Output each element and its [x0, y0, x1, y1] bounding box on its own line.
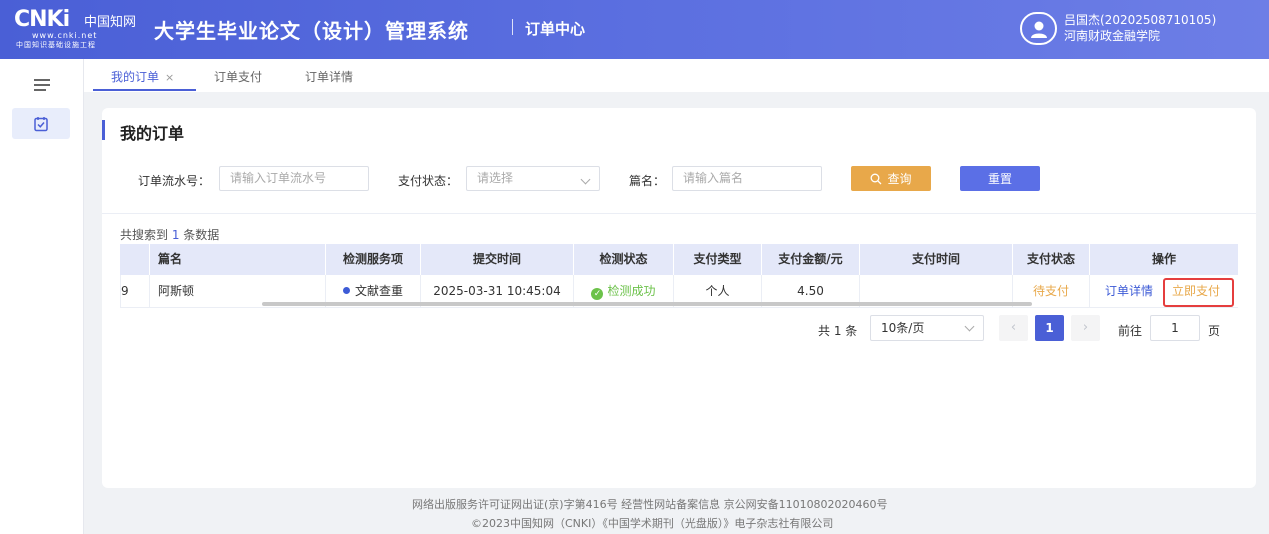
result-suffix: 条数据: [179, 228, 220, 242]
page-suffix: 页: [1208, 324, 1221, 338]
header-amount: 支付金额/元: [762, 244, 860, 275]
header-pay-type: 支付类型: [674, 244, 762, 275]
orders-card: 我的订单 订单流水号： 请输入订单流水号 支付状态： 请选择 篇名： 请输入篇名…: [102, 108, 1256, 488]
next-page-button[interactable]: ›: [1071, 315, 1100, 341]
header-index: [120, 244, 150, 275]
tab-my-orders[interactable]: 我的订单 ×: [111, 68, 174, 85]
check-circle-icon: ✓: [591, 288, 604, 300]
header-pay-time: 支付时间: [860, 244, 1013, 275]
header-pay-status: 支付状态: [1013, 244, 1090, 275]
page-title: 我的订单: [120, 124, 185, 143]
pay-status-label: 支付状态：: [398, 174, 459, 188]
sidebar: [0, 59, 84, 534]
page-size-value: 10条/页: [881, 321, 925, 335]
title-divider: [512, 19, 513, 35]
check-status-text: 检测成功: [607, 284, 656, 298]
tab-bar: 我的订单 × 订单支付 订单详情: [84, 59, 1269, 92]
system-subtitle: 订单中心: [525, 20, 586, 38]
footer-copyright: ©2023中国知网（CNKI）《中国学术期刊（光盘版）》电子杂志社有限公司: [471, 517, 834, 530]
header-submit-time: 提交时间: [421, 244, 574, 275]
pay-status-select[interactable]: 请选择: [466, 166, 600, 191]
search-icon: [871, 173, 882, 184]
top-header: CNKi 中国知网 www.cnki.net 中国知识基础设施工程 大学生毕业论…: [0, 0, 1269, 59]
order-no-label: 订单流水号：: [138, 174, 211, 188]
footer-license: 网络出版服务许可证网出证(京)字第416号 经营性网站备案信息 京公网安备110…: [412, 498, 888, 511]
title-input[interactable]: 请输入篇名: [672, 166, 822, 191]
reset-button[interactable]: 重置: [960, 166, 1040, 191]
logo-subtitle: 中国知识基础设施工程: [16, 41, 96, 49]
page-size-select[interactable]: 10条/页: [870, 315, 984, 341]
result-count: 共搜索到 1 条数据: [120, 226, 219, 243]
tab-label: 我的订单: [111, 70, 160, 84]
title-accent: [102, 120, 105, 140]
search-button-label: 查询: [887, 172, 912, 186]
cell-index: 9: [121, 275, 150, 308]
header-actions: 操作: [1151, 252, 1176, 266]
table-header: 篇名 检测服务项 提交时间 检测状态 支付类型 支付金额/元 支付时间 支付状态…: [120, 244, 1238, 275]
checklist-icon: [34, 116, 48, 131]
system-title: 大学生毕业论文（设计）管理系统: [154, 19, 469, 43]
logo-url: www.cnki.net: [32, 31, 98, 40]
service-dot-icon: [342, 287, 350, 294]
logo-mark: CNKi: [14, 7, 70, 32]
user-school: 河南财政金融学院: [1064, 29, 1161, 43]
sidebar-item-orders[interactable]: [12, 108, 70, 139]
order-detail-link[interactable]: 订单详情: [1105, 275, 1153, 308]
close-icon[interactable]: ×: [165, 71, 174, 84]
tab-order-payment[interactable]: 订单支付: [214, 68, 262, 85]
header-check-status: 检测状态: [574, 244, 674, 275]
pay-now-highlight: [1163, 278, 1234, 307]
tab-order-detail[interactable]: 订单详情: [305, 68, 353, 85]
horizontal-scrollbar[interactable]: [262, 302, 1032, 306]
search-button[interactable]: 查询: [851, 166, 931, 191]
user-avatar-icon[interactable]: [1020, 12, 1057, 45]
pager-total: 共 1 条: [818, 324, 858, 338]
header-service: 检测服务项: [326, 244, 421, 275]
user-name[interactable]: 吕国杰(20202508710105): [1064, 11, 1216, 28]
pay-status-placeholder: 请选择: [477, 171, 514, 185]
prev-page-button[interactable]: ‹: [999, 315, 1028, 341]
title-label: 篇名：: [629, 174, 666, 188]
result-prefix: 共搜索到: [120, 228, 172, 242]
divider: [102, 213, 1256, 214]
chevron-down-icon: [580, 174, 591, 185]
logo-cn: 中国知网: [84, 15, 137, 30]
menu-toggle-icon[interactable]: [34, 79, 50, 93]
order-no-input[interactable]: 请输入订单流水号: [219, 166, 369, 191]
current-page-button[interactable]: 1: [1035, 315, 1064, 341]
goto-label: 前往: [1118, 324, 1143, 338]
header-title: 篇名: [150, 244, 326, 275]
cnki-logo[interactable]: CNKi 中国知网 www.cnki.net 中国知识基础设施工程: [14, 7, 144, 50]
service-text: 文献查重: [354, 284, 403, 298]
goto-page-input[interactable]: 1: [1150, 315, 1200, 341]
chevron-down-icon: [964, 321, 975, 332]
active-tab-indicator: [93, 89, 196, 91]
